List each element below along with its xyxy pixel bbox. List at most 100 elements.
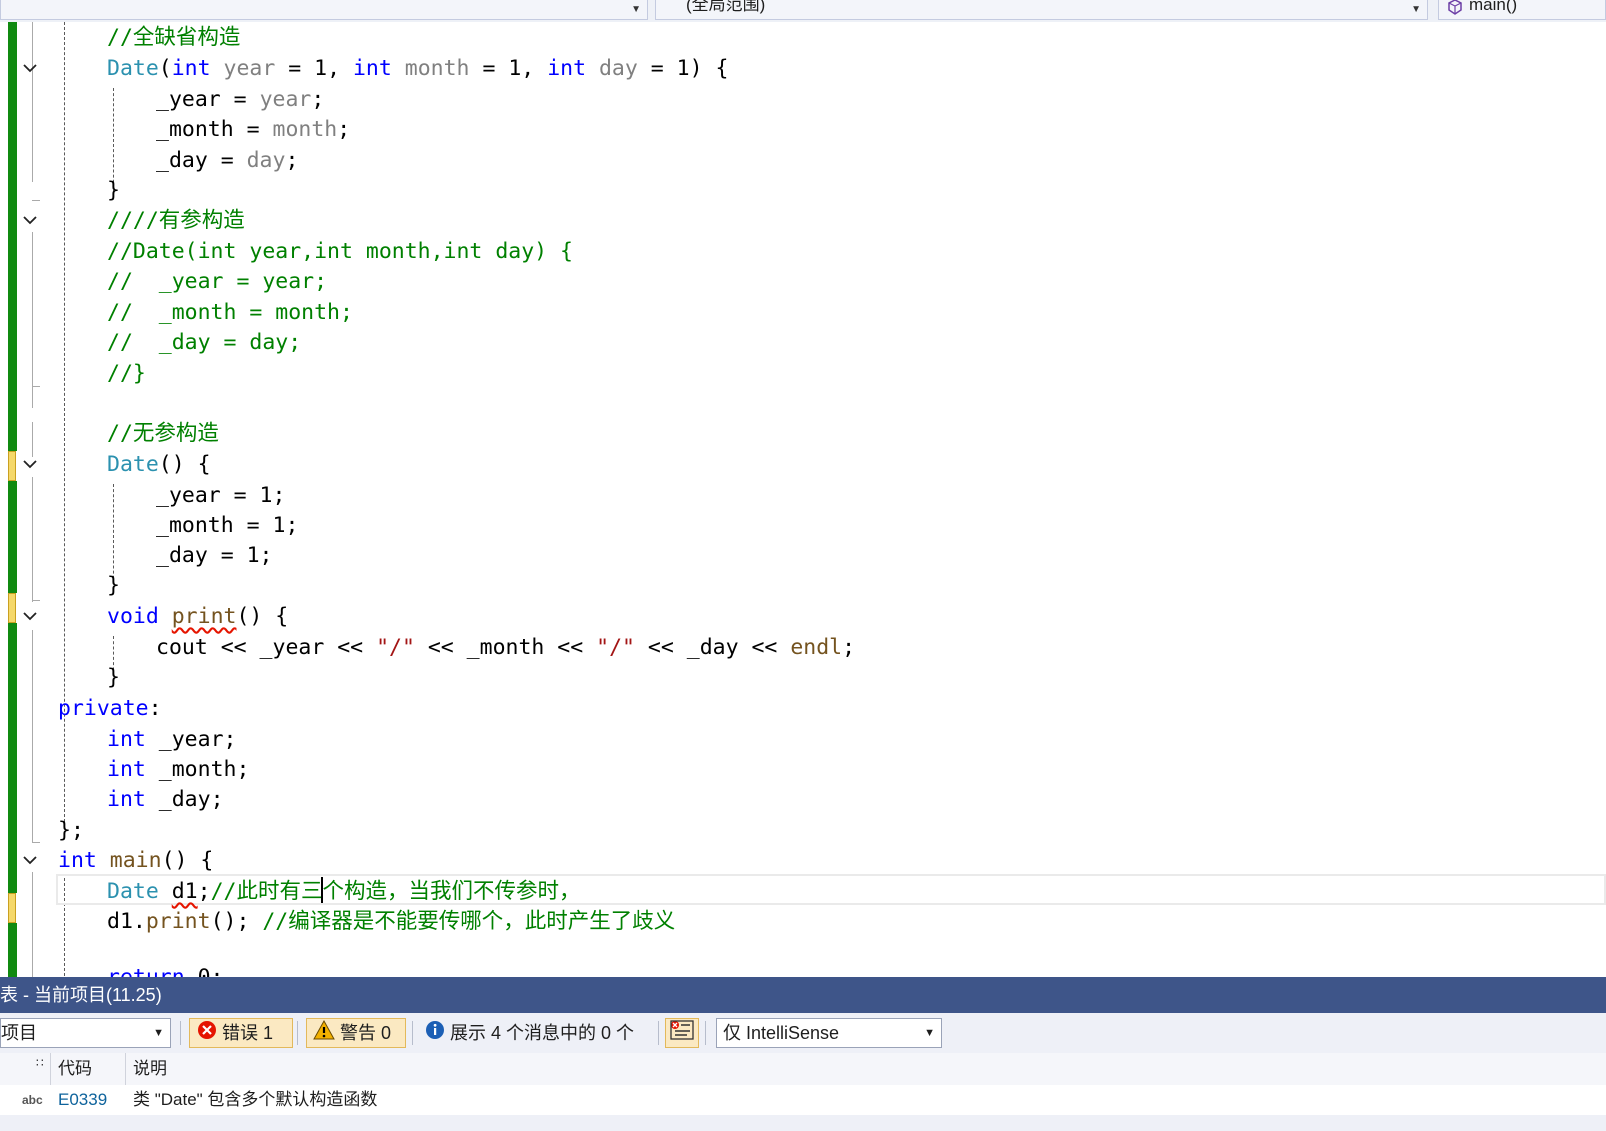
source-select[interactable]: 仅 IntelliSense ▼ — [716, 1018, 942, 1048]
collapse-toggle[interactable] — [20, 58, 40, 78]
info-icon — [425, 1020, 445, 1048]
code-line: int main() { — [58, 848, 214, 873]
code-line: private: — [58, 696, 162, 721]
change-bar — [8, 22, 17, 451]
code-line: d1.print(); //编译器是不能要传哪个，此时产生了歧义 — [107, 909, 676, 934]
code-line: //无参构造 — [107, 421, 219, 446]
code-line: //全缺省构造 — [107, 25, 241, 50]
build-intellisense-filter-button[interactable] — [665, 1018, 699, 1048]
column-divider — [125, 1053, 126, 1085]
messages-filter-button[interactable]: 展示 4 个消息中的 0 个 — [420, 1018, 650, 1048]
chevron-down-icon — [23, 856, 37, 865]
code-line: Date() { — [107, 452, 211, 477]
outline-line — [32, 422, 33, 457]
source-select-value: 仅 IntelliSense — [723, 1023, 840, 1043]
spelling-abc-icon: abc — [22, 1093, 43, 1107]
outline-end — [32, 200, 40, 201]
column-header-code[interactable]: 代码 — [58, 1053, 92, 1085]
code-line: cout << _year << "/" << _month << "/" <<… — [156, 635, 856, 660]
code-line: Date d1;//此时有三个构造，当我们不传参时， — [107, 877, 581, 904]
outline-line — [32, 22, 33, 182]
scope-dropdown[interactable]: (全局范围) ▼ — [655, 0, 1428, 20]
chevron-down-icon: ▼ — [924, 1027, 935, 1039]
code-line: //Date(int year,int month,int day) { — [107, 239, 573, 264]
code-line: // _month = month; — [107, 300, 353, 325]
outline-end — [32, 386, 40, 387]
member-dropdown[interactable]: main() — [1438, 0, 1606, 20]
outline-line — [32, 477, 33, 602]
chevron-down-icon — [23, 612, 37, 621]
messages-count-label: 展示 4 个消息中的 0 个 — [450, 1023, 635, 1043]
code-line: _year = 1; — [156, 483, 286, 508]
warning-icon — [313, 1020, 335, 1048]
code-line: // _year = year; — [107, 269, 328, 294]
toolbar-separator — [412, 1021, 413, 1045]
code-line: _day = day; — [156, 148, 299, 173]
chevron-down-icon: ▼ — [631, 4, 641, 15]
column-header-description[interactable]: 说明 — [133, 1053, 167, 1085]
code-line: _month = month; — [156, 117, 351, 142]
error-list-title[interactable]: 表 - 当前项目(11.25) — [0, 977, 1606, 1013]
chevron-down-icon: ▼ — [1411, 4, 1421, 15]
error-description: 类 "Date" 包含多个默认构造函数 — [133, 1090, 378, 1109]
method-cube-icon — [1447, 0, 1463, 17]
column-divider — [50, 1053, 51, 1085]
code-line: Date(int year = 1, int month = 1, int da… — [107, 56, 729, 81]
code-line: _day = 1; — [156, 543, 273, 568]
code-line: }; — [58, 818, 84, 843]
outline-end — [32, 600, 40, 601]
code-line: // _day = day; — [107, 330, 302, 355]
errors-count-label: 错误 1 — [222, 1023, 274, 1043]
toolbar-separator — [180, 1021, 181, 1045]
warnings-count-label: 警告 0 — [340, 1023, 392, 1043]
filter-list-icon — [669, 1019, 695, 1049]
error-icon — [197, 1020, 217, 1048]
code-editor[interactable]: //全缺省构造 Date(int year = 1, int month = 1… — [0, 22, 1606, 1001]
change-bar-saved — [8, 893, 16, 923]
error-list-header: ∷ 代码 说明 — [0, 1053, 1606, 1086]
code-line: int _year; — [107, 727, 237, 752]
code-line: void print() { — [107, 604, 289, 629]
chevron-down-icon: ▼ — [153, 1027, 164, 1039]
toolbar-separator — [658, 1021, 659, 1045]
project-scope-dropdown[interactable]: ▼ — [0, 0, 648, 20]
error-list-toolbar: 项目 ▼ 错误 1 警告 0 展示 4 个消息中的 0 个 仅 IntelliS… — [0, 1013, 1606, 1053]
scope-select[interactable]: 项目 ▼ — [0, 1018, 171, 1048]
table-row[interactable]: abc E0339 类 "Date" 包含多个默认构造函数 — [0, 1085, 1606, 1115]
code-line: int _month; — [107, 757, 250, 782]
text-caret — [321, 877, 324, 903]
scope-label: (全局范围) — [686, 0, 766, 14]
member-label: main() — [1469, 0, 1518, 14]
navigation-bar: ▼ (全局范围) ▼ main() — [0, 0, 1606, 23]
toolbar-separator — [297, 1021, 298, 1045]
change-bar-saved — [8, 451, 16, 481]
change-bar — [8, 623, 17, 893]
code-line: ////有参构造 — [107, 208, 245, 233]
code-line: _year = year; — [156, 87, 325, 112]
warnings-filter-button[interactable]: 警告 0 — [306, 1018, 406, 1048]
collapse-toggle[interactable] — [20, 454, 40, 474]
collapse-toggle[interactable] — [20, 850, 40, 870]
chevron-down-icon — [23, 64, 37, 73]
collapse-toggle[interactable] — [20, 210, 40, 230]
code-line: _month = 1; — [156, 513, 299, 538]
errors-filter-button[interactable]: 错误 1 — [189, 1018, 293, 1048]
change-bar-saved — [8, 593, 16, 623]
change-bar — [8, 481, 17, 593]
code-line: int _day; — [107, 787, 224, 812]
code-line: //} — [107, 361, 146, 386]
code-line: } — [107, 665, 120, 690]
collapse-toggle[interactable] — [20, 606, 40, 626]
chevron-down-icon — [23, 216, 37, 225]
chevron-down-icon — [23, 460, 37, 469]
toolbar-separator — [705, 1021, 706, 1045]
outline-line — [32, 232, 33, 408]
error-code-link[interactable]: E0339 — [58, 1085, 107, 1115]
outline-end — [32, 842, 40, 843]
filter-grip-icon[interactable]: ∷ — [36, 1047, 44, 1079]
error-list-panel: 表 - 当前项目(11.25) 项目 ▼ 错误 1 警告 0 展示 4 个消息中… — [0, 977, 1606, 1131]
scope-select-value: 项目 — [1, 1023, 37, 1043]
code-line: } — [107, 573, 120, 598]
code-line: } — [107, 178, 120, 203]
outline-line — [32, 630, 33, 842]
